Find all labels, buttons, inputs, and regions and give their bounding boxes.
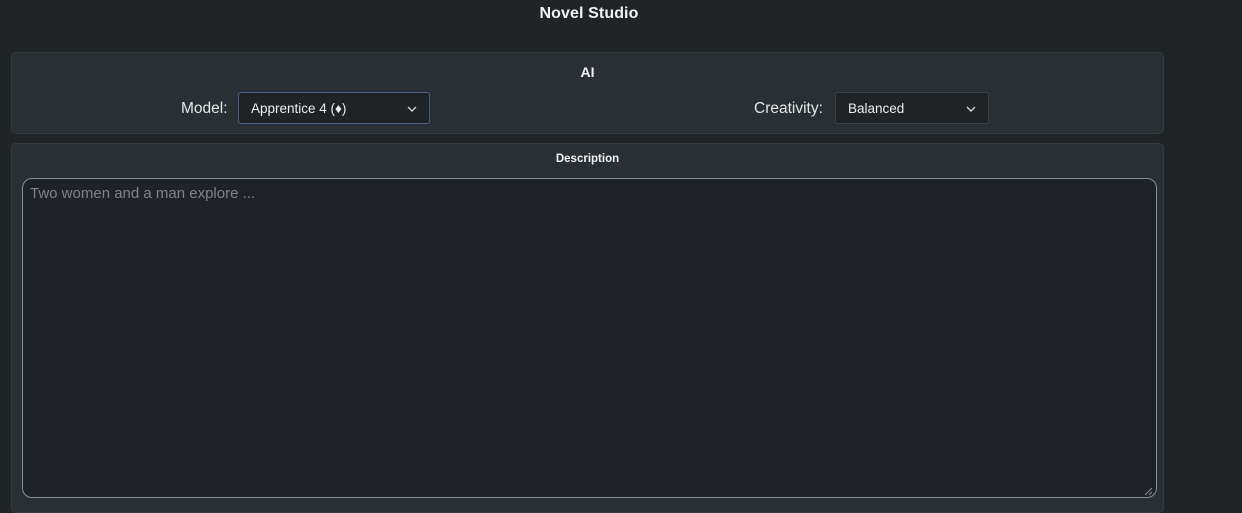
- description-panel: Description: [11, 143, 1164, 513]
- creativity-select-value: Balanced: [848, 100, 905, 116]
- creativity-select[interactable]: Balanced: [835, 92, 989, 124]
- model-select-value: Apprentice 4 (♦): [251, 100, 347, 116]
- ai-settings-panel: AI Model: Apprentice 4 (♦) Creativity: B…: [11, 52, 1164, 134]
- ai-panel-title: AI: [580, 64, 595, 80]
- app-title: Novel Studio: [539, 5, 639, 22]
- model-select[interactable]: Apprentice 4 (♦): [238, 92, 430, 124]
- model-label: Model:: [181, 100, 228, 117]
- description-input[interactable]: [22, 178, 1157, 498]
- chevron-down-icon: [407, 106, 417, 112]
- description-panel-title: Description: [555, 153, 620, 165]
- creativity-label: Creativity:: [754, 100, 823, 117]
- resize-handle-icon[interactable]: [1144, 487, 1153, 496]
- chevron-down-icon: [966, 106, 976, 112]
